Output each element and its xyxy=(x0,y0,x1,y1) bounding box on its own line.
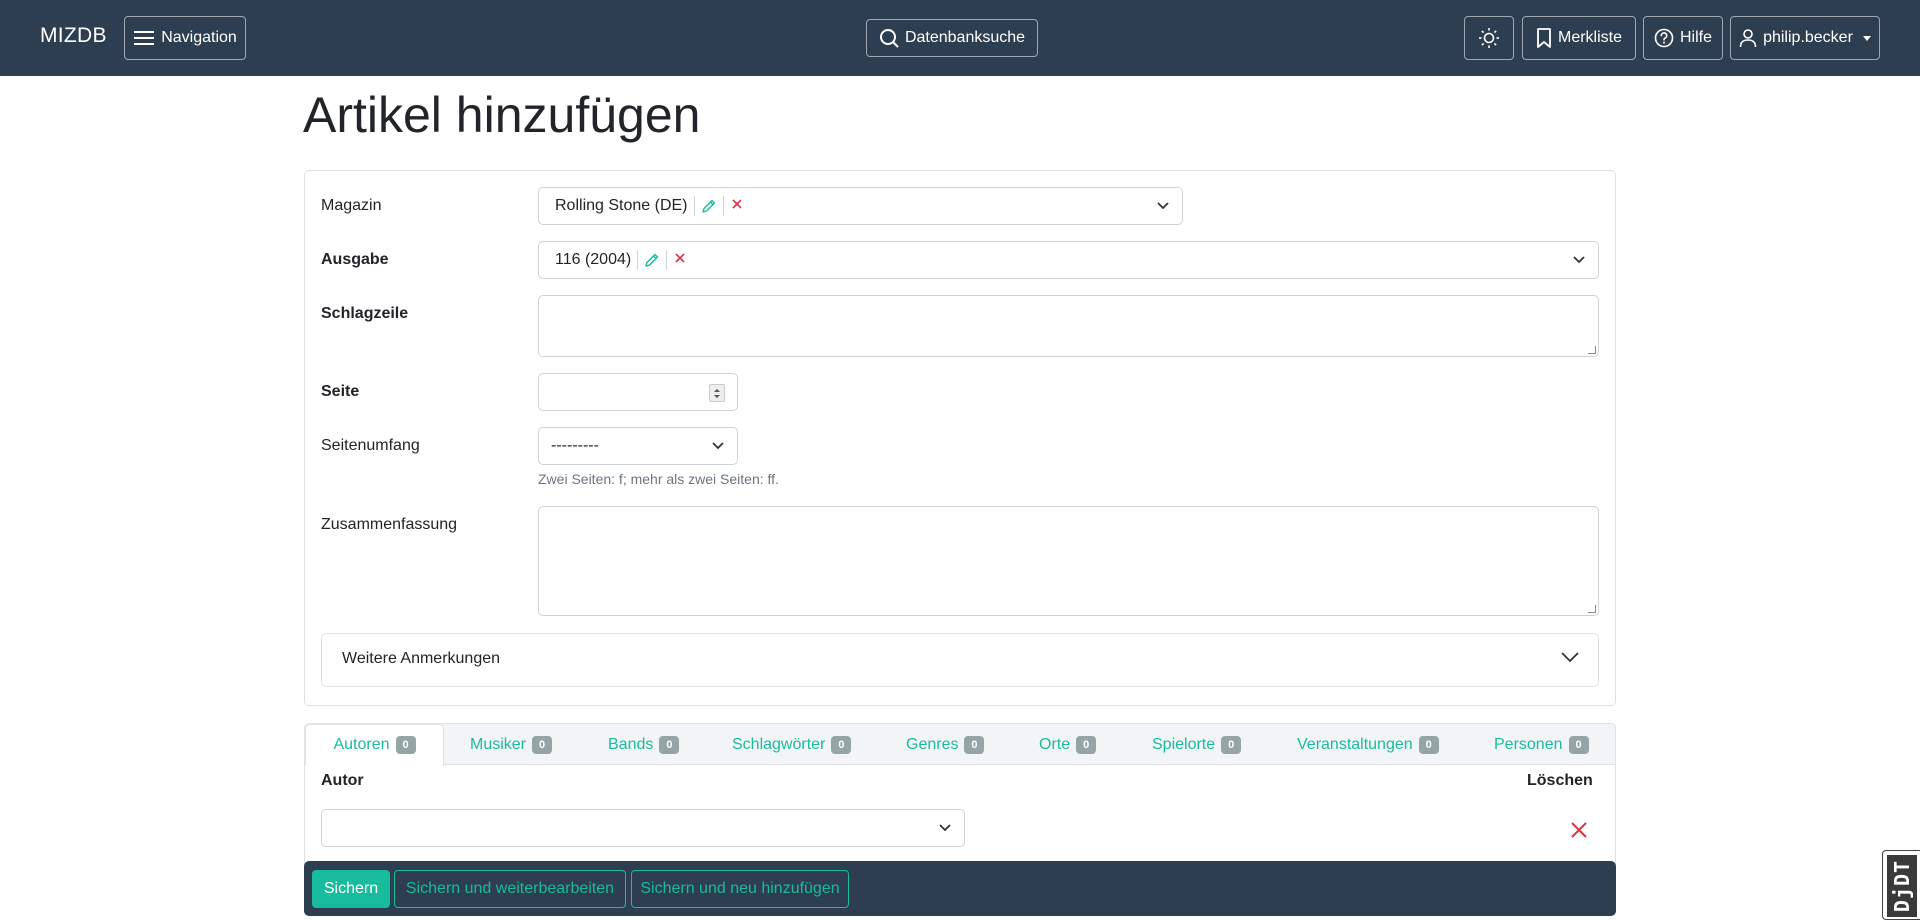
tab-label: Bands xyxy=(608,735,654,753)
seitenumfang-help-text: Zwei Seiten: f; mehr als zwei Seiten: ff… xyxy=(538,471,779,487)
theme-toggle-button[interactable] xyxy=(1464,16,1514,60)
tab-spielorte[interactable]: Spielorte 0 xyxy=(1152,724,1242,765)
ausgabe-selected-tag: 116 (2004) xyxy=(555,250,687,270)
database-search-button[interactable]: Datenbanksuche xyxy=(866,19,1038,57)
tab-orte[interactable]: Orte 0 xyxy=(1039,724,1097,765)
save-and-continue-button[interactable]: Sichern und weiterbearbeiten xyxy=(394,870,626,908)
save-and-add-another-button[interactable]: Sichern und neu hinzufügen xyxy=(631,870,849,908)
tab-schlagwoerter[interactable]: Schlagwörter 0 xyxy=(732,724,852,765)
chevron-down-icon xyxy=(1561,652,1579,663)
edit-icon[interactable] xyxy=(644,252,660,268)
merkliste-button[interactable]: Merkliste xyxy=(1522,16,1636,60)
count-badge: 0 xyxy=(831,735,852,754)
count-badge: 0 xyxy=(964,735,985,754)
tab-label: Orte xyxy=(1039,735,1071,753)
magazin-select[interactable]: Rolling Stone (DE) xyxy=(538,187,1183,225)
sun-icon xyxy=(1479,28,1499,48)
remove-icon[interactable] xyxy=(730,197,744,215)
accordion-title: Weitere Anmerkungen xyxy=(342,650,501,667)
main-form: Magazin Rolling Stone (DE) Ausgabe 116 (… xyxy=(304,170,1616,706)
help-label: Hilfe xyxy=(1679,29,1712,46)
tab-veranstaltungen[interactable]: Veranstaltungen 0 xyxy=(1297,724,1439,765)
seitenumfang-select[interactable]: --------- xyxy=(538,427,738,465)
tab-bands[interactable]: Bands 0 xyxy=(608,724,680,765)
question-circle-icon xyxy=(1654,28,1674,48)
schlagzeile-label: Schlagzeile xyxy=(321,305,409,322)
navigation-label: Navigation xyxy=(161,29,237,46)
seitenumfang-value: --------- xyxy=(551,437,599,454)
chevron-down-icon xyxy=(1157,202,1169,210)
debug-toolbar-handle[interactable]: DjDT xyxy=(1882,850,1920,920)
tab-personen[interactable]: Personen 0 xyxy=(1494,724,1589,765)
save-button[interactable]: Sichern xyxy=(312,870,390,908)
count-badge: 0 xyxy=(1221,735,1242,754)
zusammenfassung-label: Zusammenfassung xyxy=(321,516,458,533)
tab-label: Spielorte xyxy=(1152,735,1216,753)
ausgabe-select[interactable]: 116 (2004) xyxy=(538,241,1599,279)
count-badge: 0 xyxy=(532,735,553,754)
search-label: Datenbanksuche xyxy=(904,29,1026,46)
tab-label: Schlagwörter xyxy=(732,735,826,753)
debug-toolbar-label: DjDT xyxy=(1890,859,1915,913)
resize-handle[interactable] xyxy=(1588,346,1596,354)
tab-label: Autoren xyxy=(333,736,390,753)
chevron-down-icon xyxy=(712,442,724,450)
page-title: Artikel hinzufügen xyxy=(303,87,701,143)
user-menu-button[interactable]: philip.becker xyxy=(1730,16,1880,60)
magazin-selected-tag: Rolling Stone (DE) xyxy=(555,196,744,216)
magazin-value: Rolling Stone (DE) xyxy=(555,197,688,214)
weitere-anmerkungen-accordion[interactable]: Weitere Anmerkungen xyxy=(321,633,1599,687)
seite-number-input[interactable] xyxy=(538,373,738,411)
help-button[interactable]: Hilfe xyxy=(1643,16,1723,60)
tab-genres[interactable]: Genres 0 xyxy=(906,724,985,765)
person-icon xyxy=(1739,29,1757,48)
magazin-label: Magazin xyxy=(321,197,382,214)
caret-down-icon xyxy=(1862,35,1871,41)
delete-row-icon[interactable] xyxy=(1570,821,1588,839)
edit-icon[interactable] xyxy=(701,198,717,214)
search-icon xyxy=(879,29,899,48)
number-spinner[interactable] xyxy=(709,384,725,402)
zusammenfassung-textarea[interactable] xyxy=(538,506,1599,616)
count-badge: 0 xyxy=(1418,735,1439,754)
count-badge: 0 xyxy=(659,735,680,754)
tab-label: Musiker xyxy=(470,735,527,753)
schlagzeile-textarea[interactable] xyxy=(538,295,1599,357)
debug-toolbar-inner: DjDT xyxy=(1887,855,1917,917)
merkliste-label: Merkliste xyxy=(1557,29,1622,46)
count-badge: 0 xyxy=(1568,735,1589,754)
autor-select[interactable] xyxy=(321,809,965,847)
chevron-down-icon xyxy=(939,824,951,832)
seite-label: Seite xyxy=(321,383,360,400)
seitenumfang-label: Seitenumfang xyxy=(321,437,420,454)
tab-label: Veranstaltungen xyxy=(1297,735,1413,753)
user-label: philip.becker xyxy=(1763,29,1853,46)
navigation-button[interactable]: Navigation xyxy=(124,16,246,60)
hamburger-icon xyxy=(134,31,155,45)
tab-label: Personen xyxy=(1494,735,1563,753)
loeschen-column-header: Löschen xyxy=(1527,772,1593,789)
ausgabe-value: 116 (2004) xyxy=(555,251,632,268)
submit-row: Sichern Sichern und weiterbearbeiten Sic… xyxy=(304,861,1616,916)
autor-column-header: Autor xyxy=(321,772,364,789)
tab-autoren[interactable]: Autoren 0 xyxy=(305,724,444,766)
tabs-bar: Autoren 0 Musiker 0 Bands 0 Schlagwörter… xyxy=(305,724,1615,766)
brand-logo[interactable]: MIZDB xyxy=(40,24,107,48)
count-badge: 0 xyxy=(1076,735,1097,754)
chevron-down-icon xyxy=(1573,256,1585,264)
ausgabe-label: Ausgabe xyxy=(321,251,389,268)
remove-icon[interactable] xyxy=(673,251,687,269)
tab-label: Genres xyxy=(906,735,959,753)
count-badge: 0 xyxy=(395,736,416,754)
resize-handle[interactable] xyxy=(1588,605,1596,613)
top-navbar: MIZDB Navigation Datenbanksuche Merklist… xyxy=(0,0,1920,76)
tab-musiker[interactable]: Musiker 0 xyxy=(470,724,553,765)
bookmark-icon xyxy=(1537,28,1551,48)
